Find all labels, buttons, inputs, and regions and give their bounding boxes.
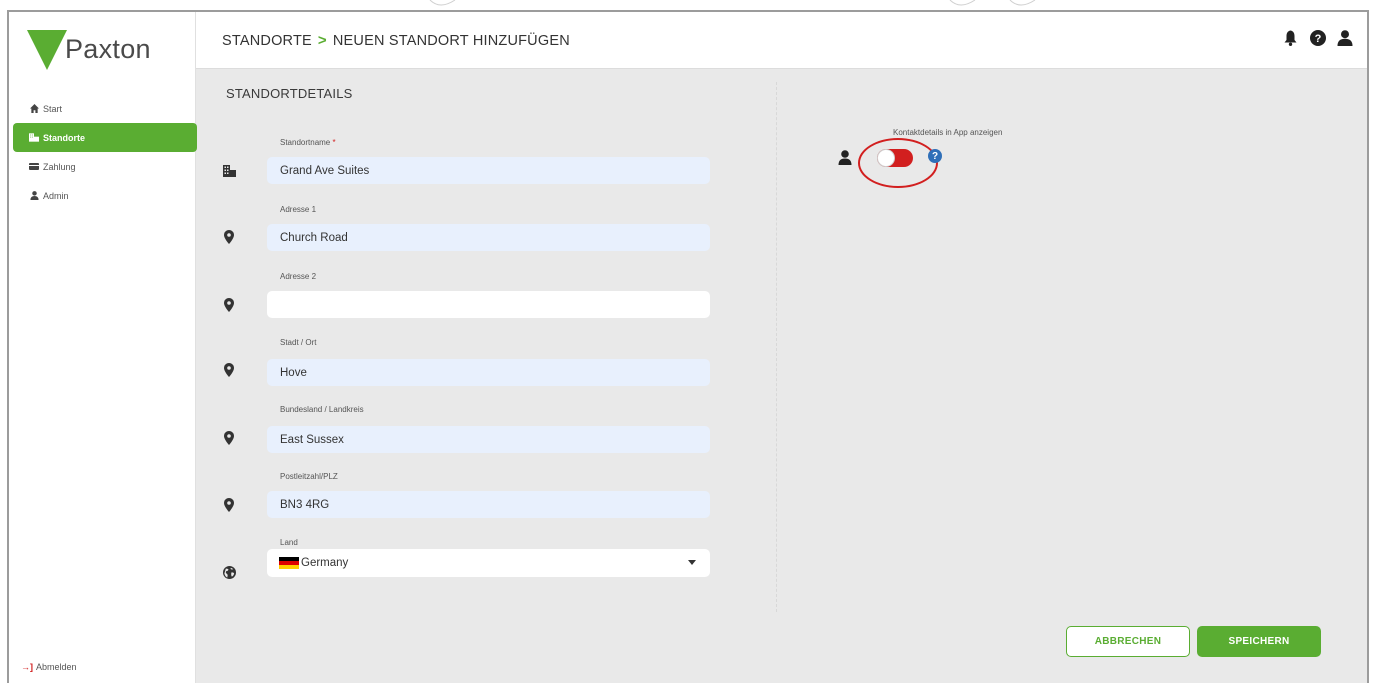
breadcrumb-standorte[interactable]: STANDORTE bbox=[222, 33, 312, 49]
adresse2-label: Adresse 2 bbox=[280, 272, 317, 281]
sidebar-item-start[interactable]: Start bbox=[13, 94, 197, 123]
bell-icon[interactable] bbox=[1282, 29, 1299, 47]
home-icon bbox=[28, 104, 40, 114]
map-pin-icon bbox=[222, 297, 236, 313]
land-label: Land bbox=[280, 538, 298, 547]
caret-down-icon bbox=[688, 560, 696, 565]
header-icons: ? bbox=[1282, 29, 1353, 47]
logout-icon: →] bbox=[21, 662, 33, 672]
germany-flag-icon bbox=[279, 556, 299, 570]
sidebar-item-admin[interactable]: Admin bbox=[13, 181, 197, 210]
logout-link[interactable]: →] Abmelden bbox=[21, 662, 77, 672]
logo-text: Paxton bbox=[65, 33, 151, 64]
bundesland-input[interactable]: East Sussex bbox=[267, 426, 710, 453]
app-window: Paxton Start Standorte Zahlung Admin STA… bbox=[7, 10, 1369, 683]
bundesland-label: Bundesland / Landkreis bbox=[280, 405, 364, 414]
save-button[interactable]: SPEICHERN bbox=[1197, 626, 1321, 657]
standortname-label: Standortname * bbox=[280, 138, 336, 147]
stadt-label: Stadt / Ort bbox=[280, 338, 317, 347]
building-icon bbox=[28, 133, 40, 143]
adresse2-input[interactable] bbox=[267, 291, 710, 318]
sidebar-item-label: Admin bbox=[43, 190, 69, 201]
map-pin-icon bbox=[222, 497, 236, 513]
stadt-input[interactable]: Hove bbox=[267, 359, 710, 386]
breadcrumb-separator-icon: > bbox=[317, 32, 327, 49]
svg-text:?: ? bbox=[1314, 33, 1321, 45]
user-icon[interactable] bbox=[1336, 29, 1353, 47]
paxton-logo[interactable]: Paxton bbox=[27, 28, 177, 70]
globe-icon bbox=[222, 564, 236, 580]
sidebar-item-standorte[interactable]: Standorte bbox=[13, 123, 197, 152]
map-pin-icon bbox=[222, 430, 236, 446]
plz-input[interactable]: BN3 4RG bbox=[267, 491, 710, 518]
sidebar-item-label: Standorte bbox=[43, 132, 86, 143]
map-pin-icon bbox=[222, 229, 236, 245]
help-icon[interactable]: ? bbox=[1309, 29, 1326, 47]
cancel-button[interactable]: ABBRECHEN bbox=[1066, 626, 1190, 657]
required-mark: * bbox=[332, 138, 336, 147]
adresse1-input[interactable]: Church Road bbox=[267, 224, 710, 251]
column-divider bbox=[776, 82, 777, 612]
logo-triangle-icon bbox=[27, 30, 67, 70]
map-pin-icon bbox=[222, 362, 236, 378]
sidebar-item-zahlung[interactable]: Zahlung bbox=[13, 152, 197, 181]
logout-label: Abmelden bbox=[36, 662, 77, 672]
sidebar: Paxton Start Standorte Zahlung Admin bbox=[9, 12, 197, 683]
highlight-circle bbox=[858, 138, 938, 188]
building-icon bbox=[222, 163, 236, 179]
card-icon bbox=[28, 162, 40, 172]
user-icon bbox=[28, 191, 40, 201]
sidebar-item-label: Start bbox=[43, 103, 63, 114]
section-title: STANDORTDETAILS bbox=[226, 86, 353, 101]
breadcrumb: STANDORTE > NEUEN STANDORT HINZUFÜGEN bbox=[222, 32, 570, 49]
help-icon[interactable]: ? bbox=[928, 149, 942, 163]
contact-details-label: Kontaktdetails in App anzeigen bbox=[893, 128, 1003, 137]
sidebar-item-label: Zahlung bbox=[43, 161, 76, 172]
country-value: Germany bbox=[301, 557, 349, 569]
person-icon bbox=[838, 150, 852, 165]
plz-label: Postleitzahl/PLZ bbox=[280, 472, 338, 481]
country-select[interactable]: Germany bbox=[267, 549, 710, 577]
adresse1-label: Adresse 1 bbox=[280, 205, 317, 214]
header: STANDORTE > NEUEN STANDORT HINZUFÜGEN ? bbox=[196, 12, 1367, 69]
breadcrumb-current: NEUEN STANDORT HINZUFÜGEN bbox=[332, 32, 570, 49]
standortname-input[interactable]: Grand Ave Suites bbox=[267, 157, 710, 184]
sidebar-nav: Start Standorte Zahlung Admin bbox=[13, 94, 197, 210]
